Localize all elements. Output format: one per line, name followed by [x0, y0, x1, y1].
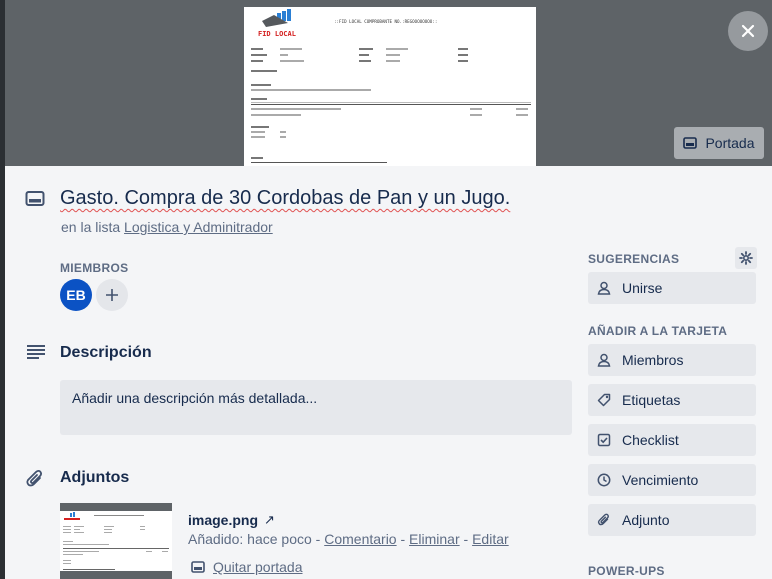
paperclip-icon — [597, 513, 611, 527]
comment-link[interactable]: Comentario — [324, 531, 396, 547]
card-icon — [191, 561, 205, 573]
list-link[interactable]: Logistica y Adminitrador — [124, 219, 273, 235]
edit-link[interactable]: Editar — [472, 531, 509, 547]
list-prefix: en la lista — [61, 219, 121, 235]
clock-icon — [597, 473, 611, 487]
remove-cover-label: Quitar portada — [213, 559, 303, 575]
delete-link[interactable]: Eliminar — [409, 531, 460, 547]
attachment-added: Añadido: hace poco — [188, 531, 312, 547]
gear-icon — [739, 251, 753, 265]
due-date-button-label: Vencimiento — [622, 472, 699, 488]
suggestions-settings-button[interactable] — [735, 247, 757, 269]
checklist-button[interactable]: Checklist — [588, 424, 756, 456]
close-button[interactable] — [728, 11, 768, 51]
add-member-button[interactable] — [96, 279, 128, 311]
attachment-button[interactable]: Adjunto — [588, 504, 756, 536]
members-button[interactable]: Miembros — [588, 344, 756, 376]
due-date-button[interactable]: Vencimiento — [588, 464, 756, 496]
cover-image: FID LOCAL ::FID LOCAL COMPROBANTE NO.:RE… — [244, 7, 536, 166]
card-title-icon — [25, 190, 45, 208]
labels-button-label: Etiquetas — [622, 392, 681, 408]
remove-cover-link[interactable]: Quitar portada — [191, 559, 303, 575]
thumbnail-image — [60, 511, 172, 571]
plus-icon — [105, 288, 119, 302]
avatar[interactable]: EB — [60, 279, 92, 311]
description-icon — [26, 344, 46, 360]
card-title[interactable]: Gasto. Compra de 30 Cordobas de Pan y un… — [60, 187, 510, 210]
separator: - — [311, 531, 325, 547]
list-info: en la lista Logistica y Adminitrador — [61, 219, 273, 235]
checklist-button-label: Checklist — [622, 432, 679, 448]
checklist-icon — [597, 433, 611, 447]
doc-header: ::FID LOCAL COMPROBANTE NO.:REGOOOOOOOO:… — [334, 19, 437, 24]
labels-button[interactable]: Etiquetas — [588, 384, 756, 416]
members-button-label: Miembros — [622, 352, 684, 368]
card-detail-window: FID LOCAL ::FID LOCAL COMPROBANTE NO.:RE… — [5, 0, 772, 579]
attachment-button-label: Adjunto — [622, 512, 670, 528]
close-icon — [741, 24, 755, 38]
attachment-name[interactable]: image.png — [188, 512, 258, 528]
separator: - — [396, 531, 410, 547]
separator: - — [459, 531, 473, 547]
powerups-label: POWER-UPS — [588, 564, 665, 578]
members-label: MIEMBROS — [60, 261, 129, 275]
description-title: Descripción — [60, 344, 152, 361]
receipt-image: FID LOCAL ::FID LOCAL COMPROBANTE NO.:RE… — [244, 7, 536, 166]
add-to-card-label: AÑADIR A LA TARJETA — [588, 324, 728, 338]
tag-icon — [597, 393, 611, 407]
paperclip-icon — [26, 469, 44, 489]
attachment-meta: Añadido: hace poco - Comentario - Elimin… — [188, 531, 509, 547]
attachment-thumbnail[interactable] — [60, 503, 172, 579]
attachments-title: Adjuntos — [60, 469, 130, 486]
join-label: Unirse — [622, 280, 663, 296]
suggestions-label: SUGERENCIAS — [588, 252, 680, 266]
card-cover: FID LOCAL ::FID LOCAL COMPROBANTE NO.:RE… — [5, 0, 772, 166]
person-icon — [597, 353, 611, 367]
cover-button[interactable]: Portada — [674, 127, 764, 159]
cover-button-label: Portada — [705, 135, 755, 151]
person-icon — [597, 281, 611, 295]
join-button[interactable]: Unirse — [588, 272, 756, 304]
card-icon — [683, 137, 698, 149]
logo-text: FID LOCAL — [258, 30, 296, 38]
external-link-icon[interactable]: ↗ — [264, 512, 275, 528]
description-input[interactable]: Añadir una descripción más detallada... — [60, 380, 572, 435]
